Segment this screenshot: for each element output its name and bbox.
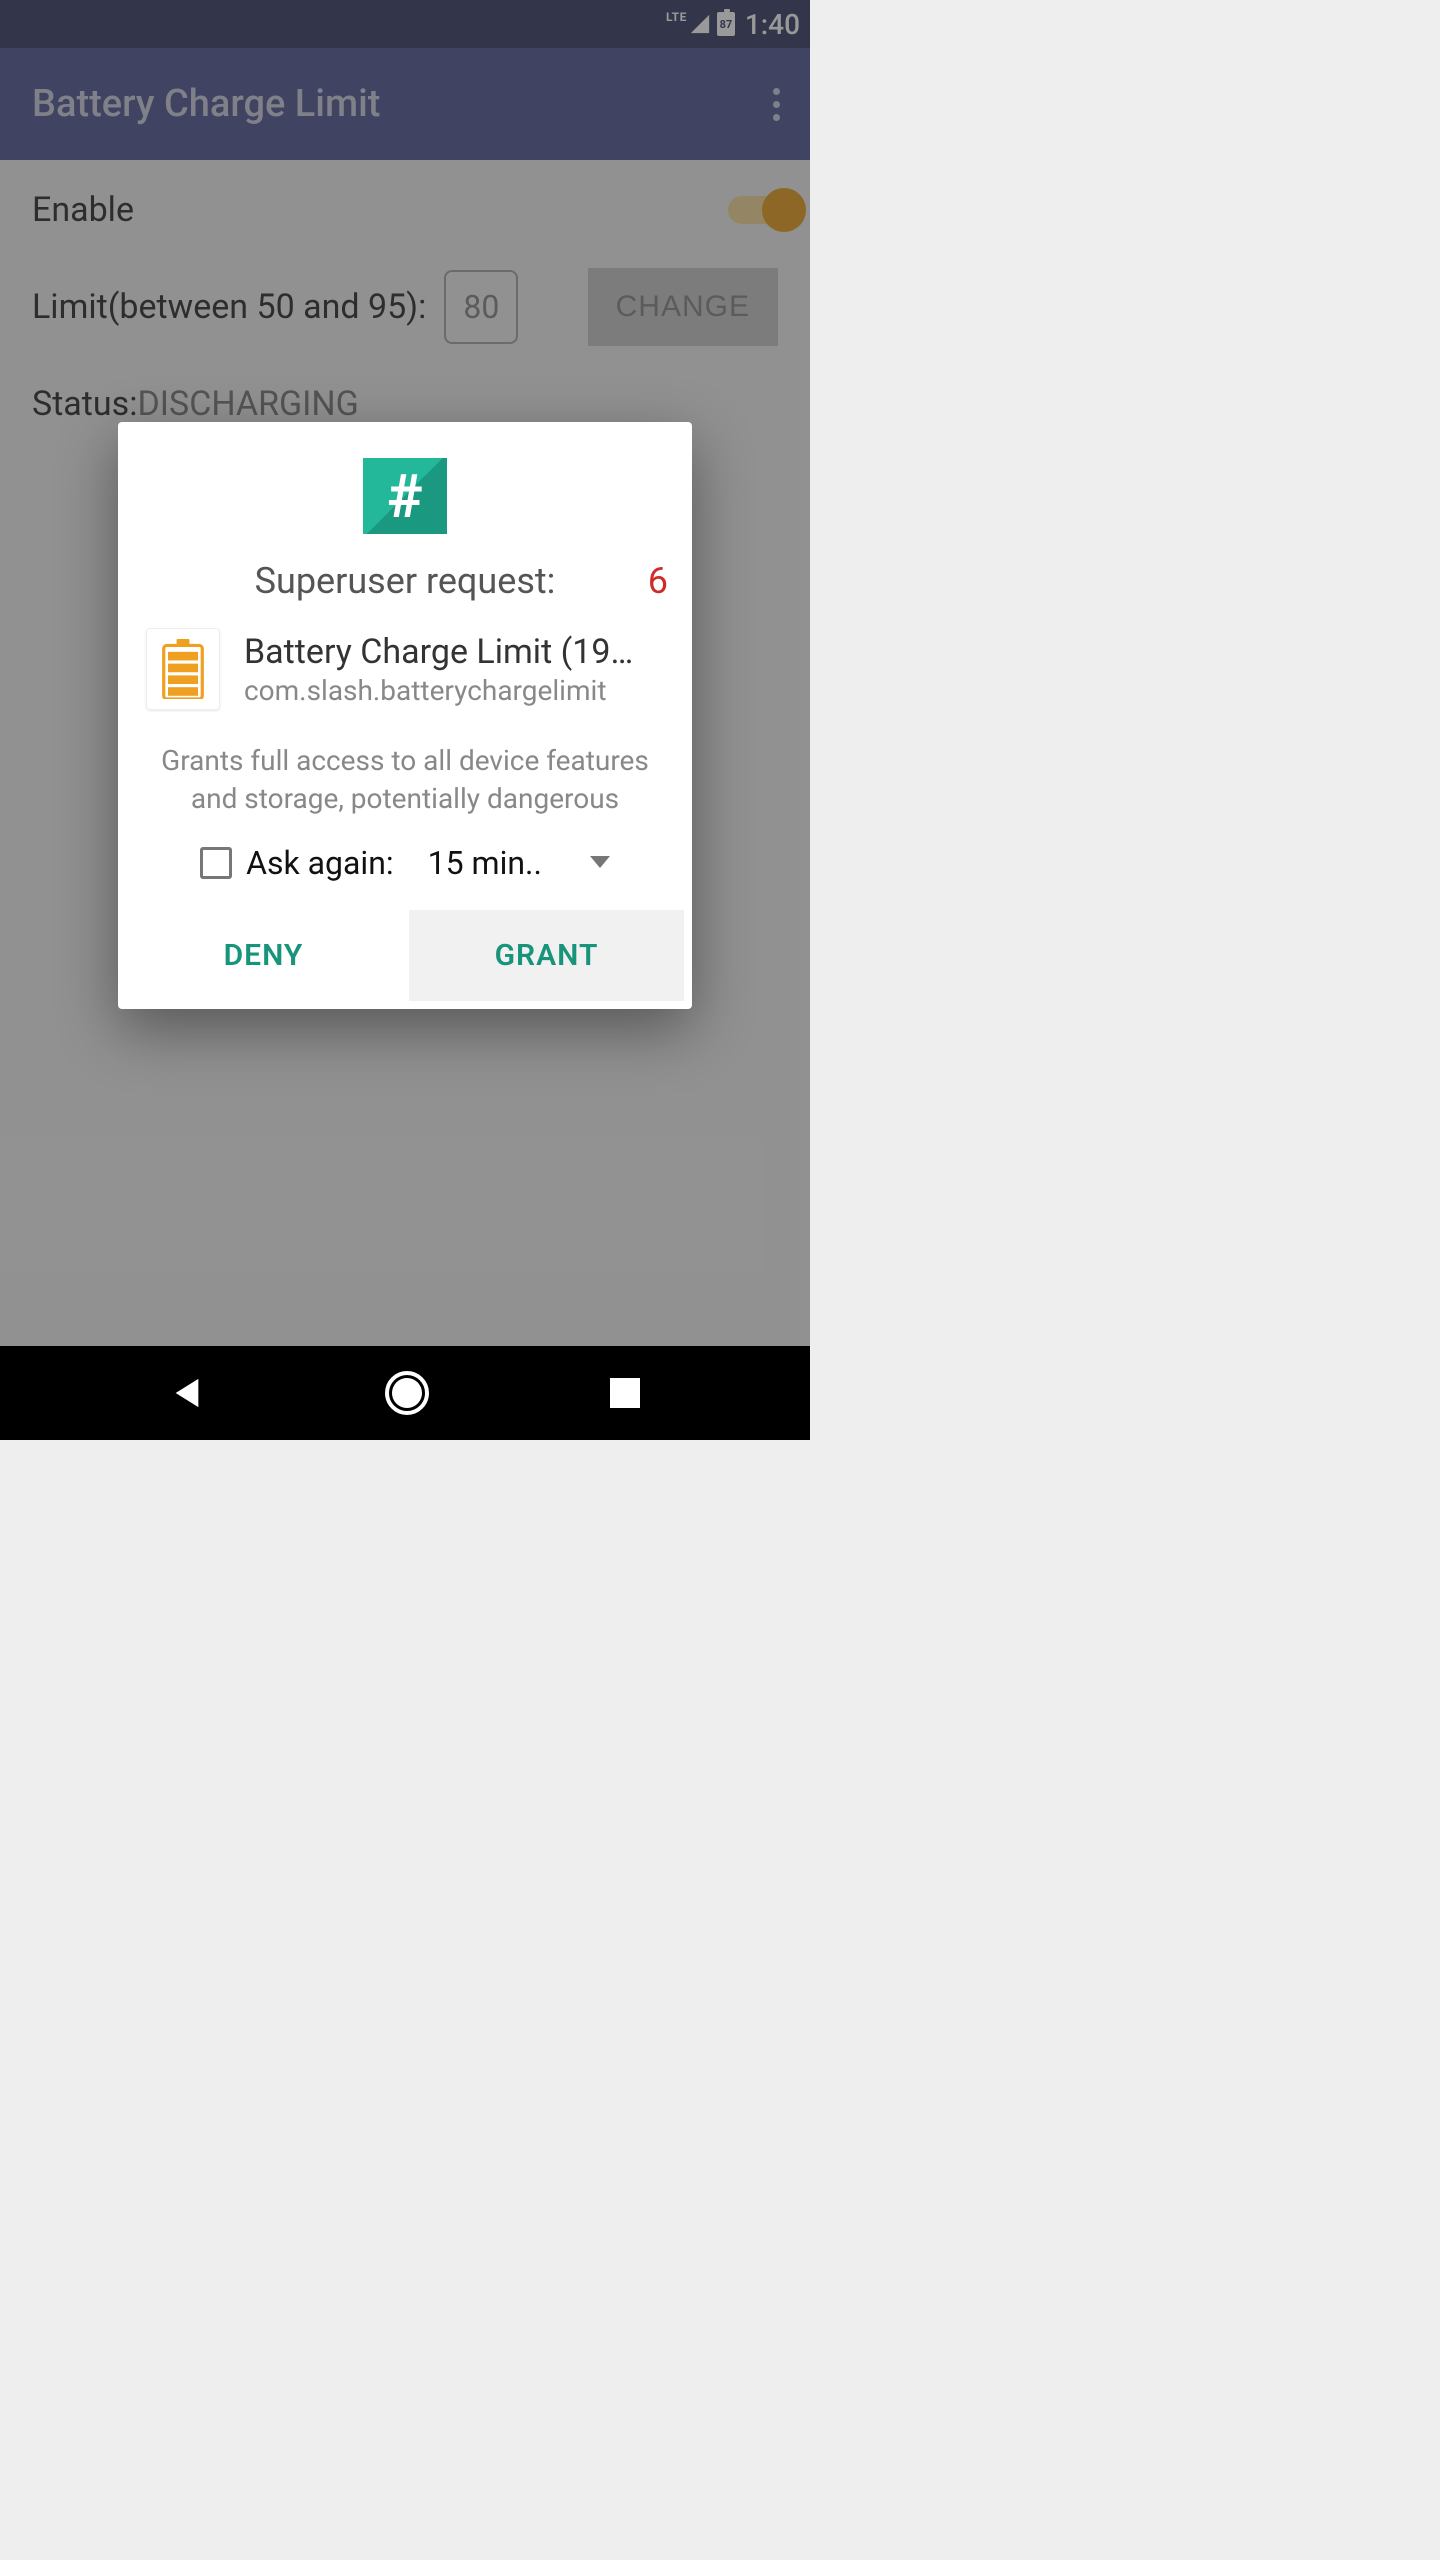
- ask-again-row: Ask again: 15 min..: [118, 840, 692, 910]
- superuser-dialog: # Superuser request: 6 Battery Charge Li…: [118, 422, 692, 1009]
- requesting-app-row: Battery Charge Limit (19… com.slash.batt…: [118, 620, 692, 728]
- grant-button[interactable]: GRANT: [409, 910, 684, 1001]
- nav-back-button[interactable]: [170, 1376, 204, 1410]
- dialog-title: Superuser request:: [255, 560, 556, 602]
- battery-app-icon: [146, 628, 220, 710]
- deny-button[interactable]: DENY: [126, 910, 401, 1001]
- requesting-app-package: com.slash.batterychargelimit: [244, 674, 668, 707]
- superuser-app-icon: #: [363, 458, 447, 534]
- dialog-countdown: 6: [648, 560, 668, 602]
- ask-again-label: Ask again:: [246, 844, 394, 882]
- ask-again-checkbox[interactable]: [200, 847, 232, 879]
- ask-again-value[interactable]: 15 min..: [428, 844, 542, 882]
- nav-recent-button[interactable]: [610, 1378, 640, 1408]
- requesting-app-name: Battery Charge Limit (19…: [244, 632, 668, 672]
- dialog-button-row: DENY GRANT: [118, 910, 692, 1009]
- nav-home-button[interactable]: [385, 1371, 429, 1415]
- navigation-bar: [0, 1346, 810, 1440]
- chevron-down-icon[interactable]: [590, 856, 610, 870]
- dialog-warning: Grants full access to all device feature…: [118, 728, 692, 840]
